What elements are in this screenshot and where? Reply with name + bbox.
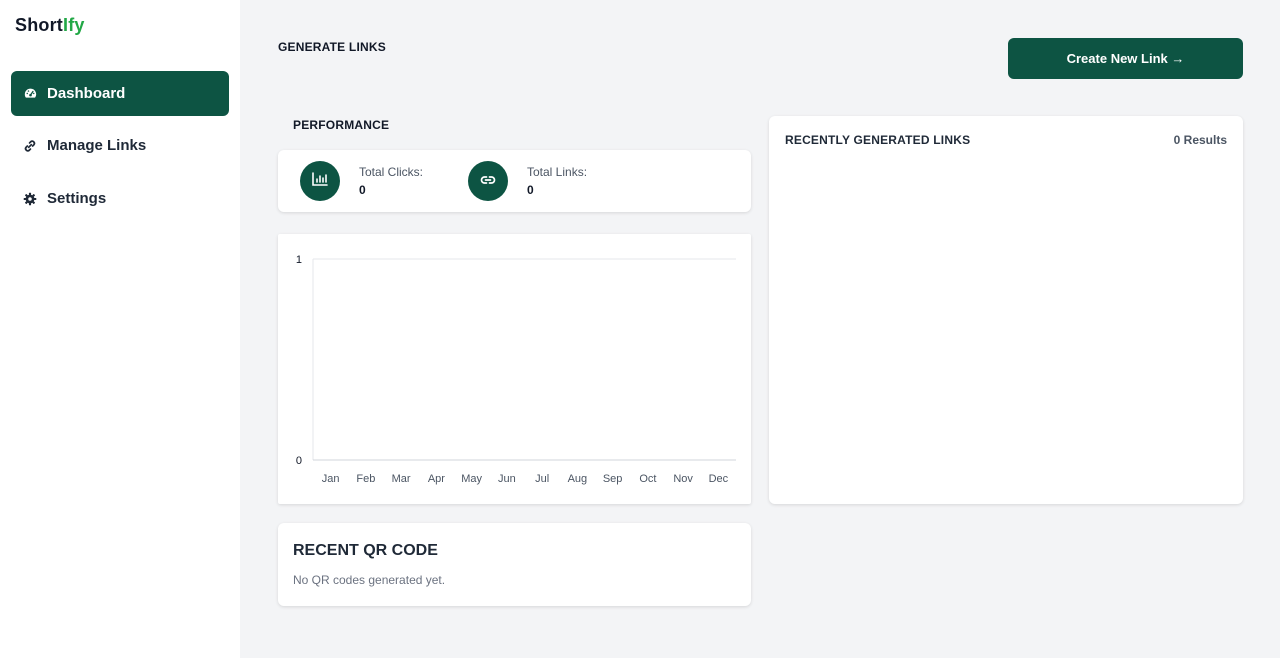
gauge-icon [23,87,37,101]
chart-x-tick-label: Mar [392,473,411,485]
chart-x-tick-label: Jun [498,473,516,485]
chart-x-tick-label: Sep [603,473,623,485]
chart-x-tick-label: Jul [535,473,549,485]
stat-total-clicks: Total Clicks: 0 [300,161,423,201]
chart-y-tick-label: 1 [296,254,302,266]
recent-links-count: 0 Results [1173,133,1227,147]
link-icon [23,139,37,153]
gear-icon [23,192,37,206]
chart-x-tick-label: Jan [322,473,340,485]
sidebar-item-label: Manage Links [47,137,147,154]
stat-icon-circle [468,161,508,201]
sidebar-item-dashboard[interactable]: Dashboard [11,71,229,116]
chart-y-tick-label: 0 [296,455,302,467]
sidebar-item-label: Settings [47,190,107,207]
recent-qr-card: RECENT QR CODE No QR codes generated yet… [278,523,751,606]
recent-qr-title: RECENT QR CODE [293,542,438,559]
stat-value: 0 [527,183,534,197]
clicks-chart: 0 1 Jan Feb Mar Apr May Jun Jul Aug Sep Oct Nov Dec [296,254,736,485]
sidebar-item-settings[interactable]: Settings [11,176,229,221]
chart-x-tick-label: Aug [568,473,588,485]
chart-x-tick-label: Nov [673,473,693,485]
sidebar: ShortIfy Dashboard Manage Links Settings [0,0,240,658]
recent-qr-empty-text: No QR codes generated yet. [293,573,446,587]
bar-chart-icon [312,171,328,191]
sidebar-item-manage-links[interactable]: Manage Links [11,123,229,168]
stat-text: Total Clicks: 0 [359,165,423,197]
chart-x-tick-label: May [461,473,482,485]
chart-x-tick-label: Dec [709,473,729,485]
stat-icon-circle [300,161,340,201]
stat-label: Total Clicks: [359,165,424,179]
brand-logo[interactable]: ShortIfy [15,15,85,36]
brand-name-part2: Ify [63,15,85,35]
create-new-link-button[interactable]: Create New Link → [1008,38,1243,79]
recent-links-title: RECENTLY GENERATED LINKS [785,133,971,147]
clicks-chart-card: 0 1 Jan Feb Mar Apr May Jun Jul Aug Sep Oct Nov Dec [278,234,751,504]
chart-x-tick-label: Feb [356,473,375,485]
recent-links-card: RECENTLY GENERATED LINKS 0 Results [769,116,1243,504]
stat-value: 0 [359,183,366,197]
stat-label: Total Links: [527,165,588,179]
link-icon [480,172,496,190]
page-title: GENERATE LINKS [278,40,386,54]
stat-text: Total Links: 0 [527,165,587,197]
chart-x-tick-label: Oct [639,473,656,485]
performance-stats-card: Total Clicks: 0 Total Links: 0 [278,150,751,212]
stat-total-links: Total Links: 0 [468,161,587,201]
performance-title: PERFORMANCE [293,118,390,132]
brand-name-part1: Short [15,15,63,35]
sidebar-item-label: Dashboard [47,85,126,102]
chart-x-tick-label: Apr [428,473,445,485]
